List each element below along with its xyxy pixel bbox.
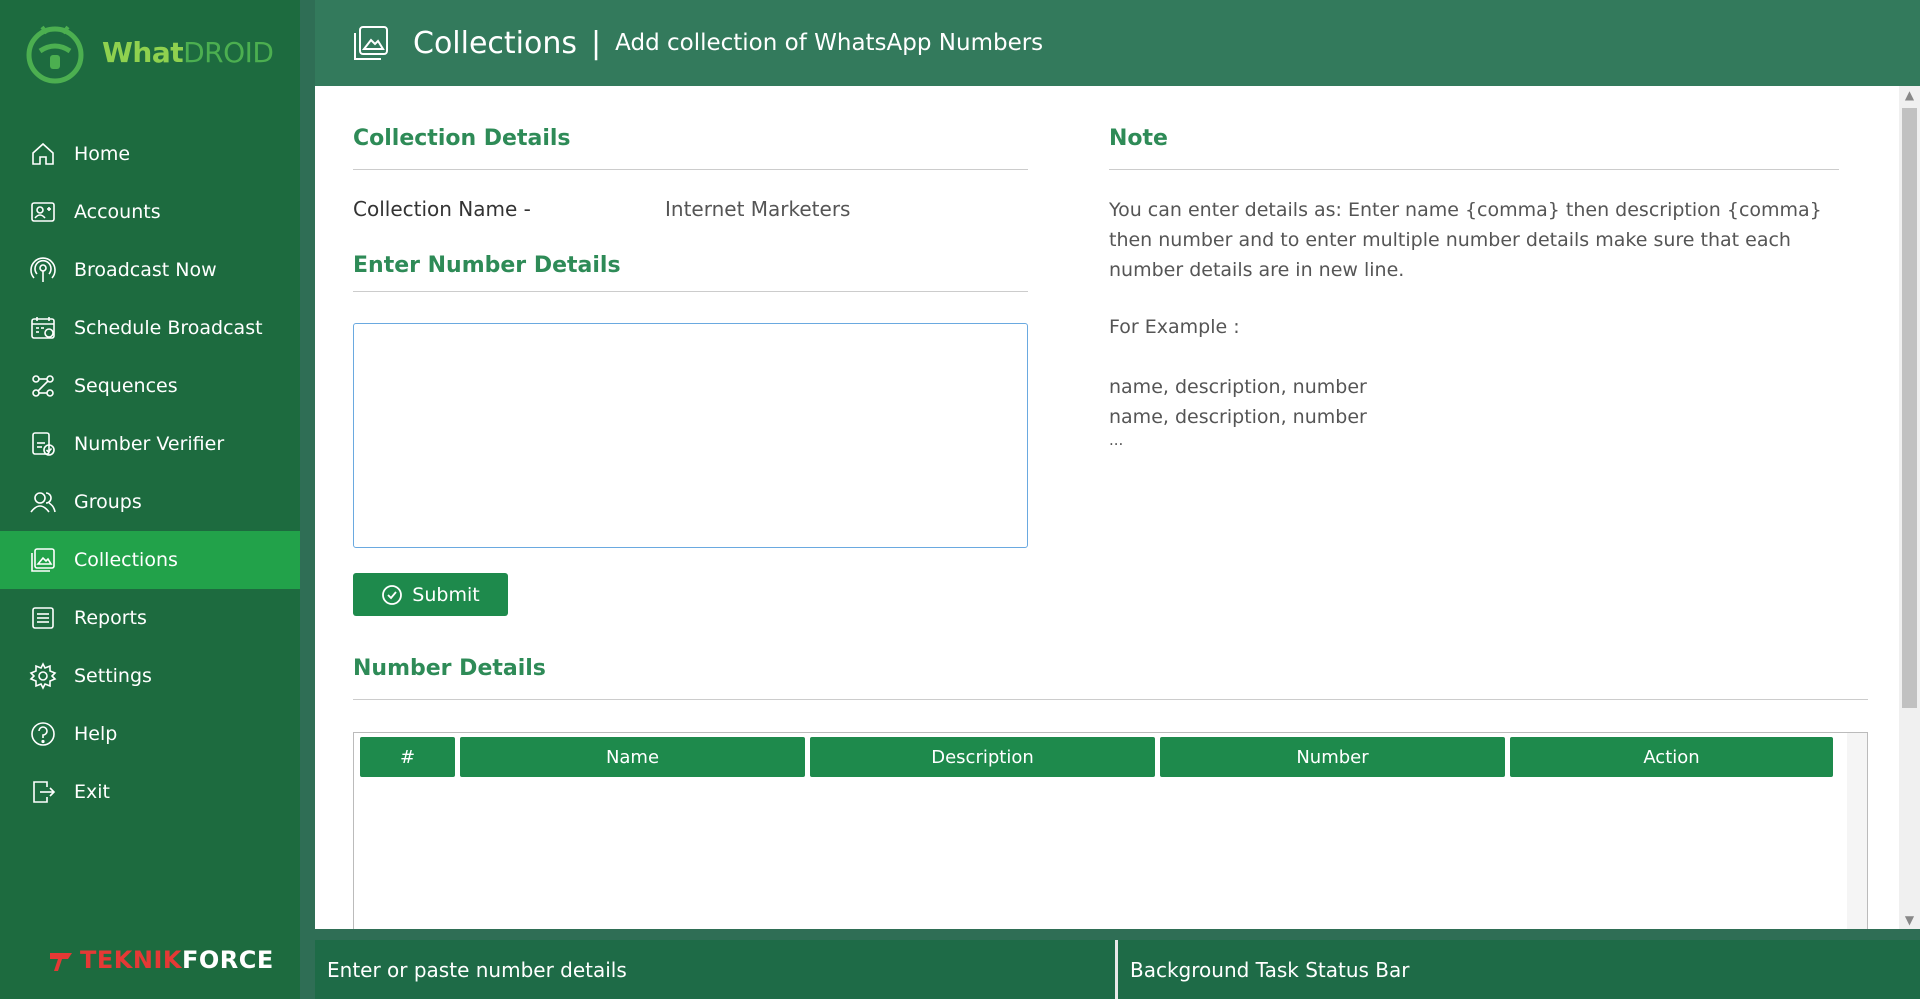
collection-name-label: Collection Name -	[353, 197, 531, 221]
sidebar-item-label: Collections	[74, 549, 178, 571]
column-header-index[interactable]: #	[360, 737, 455, 777]
sidebar-item-accounts[interactable]: Accounts	[0, 183, 300, 241]
sequences-icon	[28, 371, 58, 401]
groups-icon	[28, 487, 58, 517]
sidebar-item-label: Broadcast Now	[74, 259, 217, 281]
page-subtitle: Add collection of WhatsApp Numbers	[615, 30, 1044, 56]
help-icon	[28, 719, 58, 749]
background-task-status: Background Task Status Bar	[1130, 957, 1410, 982]
sidebar-item-label: Home	[74, 143, 131, 165]
number-details-title: Number Details	[353, 656, 546, 681]
sidebar-item-schedule-broadcast[interactable]: Schedule Broadcast	[0, 299, 300, 357]
column-header-action[interactable]: Action	[1510, 737, 1833, 777]
note-text: You can enter details as: Enter name {co…	[1109, 199, 1822, 281]
table-header: # Name Description Number Action	[360, 737, 1838, 777]
collection-name-value: Internet Marketers	[665, 197, 851, 221]
enter-number-details-title: Enter Number Details	[353, 253, 621, 278]
sidebar-item-number-verifier[interactable]: Number Verifier	[0, 415, 300, 473]
column-header-description[interactable]: Description	[810, 737, 1155, 777]
title-separator: |	[591, 25, 602, 61]
number-details-input[interactable]	[353, 323, 1028, 548]
scroll-down-arrow-icon[interactable]: ▼	[1899, 911, 1920, 929]
sidebar-item-label: Exit	[74, 781, 110, 803]
submit-button[interactable]: Submit	[353, 573, 508, 616]
check-circle-icon	[382, 584, 403, 605]
calendar-icon	[28, 313, 58, 343]
scrollbar-thumb[interactable]	[1902, 108, 1917, 708]
note-example-line: name, description, number	[1109, 406, 1367, 428]
divider	[353, 699, 1868, 700]
scroll-up-arrow-icon[interactable]: ▲	[1899, 86, 1920, 104]
sidebar-item-sequences[interactable]: Sequences	[0, 357, 300, 415]
page-scrollbar[interactable]: ▲ ▼	[1899, 86, 1920, 929]
note-example-label: For Example :	[1109, 316, 1240, 338]
sidebar: WhatDROID Home Accounts Broadcast Now Sc…	[0, 0, 300, 999]
teknikforce-brand: TEKNIK FORCE	[48, 946, 274, 974]
note-title: Note	[1109, 126, 1168, 151]
page-title: Collections	[413, 25, 578, 61]
status-message: Enter or paste number details	[315, 940, 1118, 999]
sidebar-item-help[interactable]: Help	[0, 705, 300, 763]
collections-icon	[28, 545, 58, 575]
sidebar-item-label: Settings	[74, 665, 152, 687]
column-header-name[interactable]: Name	[460, 737, 805, 777]
home-icon	[28, 139, 58, 169]
note-example-line: ...	[1109, 431, 1124, 449]
collection-details-title: Collection Details	[353, 126, 571, 151]
sidebar-item-label: Reports	[74, 607, 147, 629]
sidebar-item-label: Groups	[74, 491, 142, 513]
divider	[353, 291, 1028, 292]
sidebar-item-reports[interactable]: Reports	[0, 589, 300, 647]
table-scrollbar[interactable]	[1847, 733, 1867, 929]
sidebar-item-home[interactable]: Home	[0, 125, 300, 183]
app-name: WhatDROID	[102, 35, 274, 69]
divider	[353, 169, 1028, 170]
sidebar-divider	[300, 0, 315, 999]
app-logo: WhatDROID	[22, 12, 292, 92]
exit-icon	[28, 777, 58, 807]
reports-icon	[28, 603, 58, 633]
submit-button-label: Submit	[412, 583, 480, 606]
gear-icon	[28, 661, 58, 691]
whatdroid-logo-icon	[22, 19, 88, 85]
sidebar-item-label: Accounts	[74, 201, 161, 223]
collections-icon	[354, 26, 388, 60]
number-details-table: # Name Description Number Action	[353, 732, 1868, 929]
sidebar-item-collections[interactable]: Collections	[0, 531, 300, 589]
sidebar-nav: Home Accounts Broadcast Now Schedule Bro…	[0, 125, 300, 821]
broadcast-icon	[28, 255, 58, 285]
sidebar-item-groups[interactable]: Groups	[0, 473, 300, 531]
column-header-number[interactable]: Number	[1160, 737, 1505, 777]
page-header: Collections | Add collection of WhatsApp…	[315, 0, 1920, 86]
sidebar-item-label: Schedule Broadcast	[74, 317, 263, 339]
sidebar-item-exit[interactable]: Exit	[0, 763, 300, 821]
sidebar-item-broadcast-now[interactable]: Broadcast Now	[0, 241, 300, 299]
divider	[1109, 169, 1839, 170]
accounts-icon	[28, 197, 58, 227]
teknikforce-logo-icon	[50, 953, 72, 971]
sidebar-item-label: Number Verifier	[74, 433, 225, 455]
sidebar-item-label: Sequences	[74, 375, 178, 397]
number-verifier-icon	[28, 429, 58, 459]
note-example-line: name, description, number	[1109, 376, 1367, 398]
status-bar: Enter or paste number details Background…	[315, 940, 1920, 999]
sidebar-item-settings[interactable]: Settings	[0, 647, 300, 705]
main-content: Collection Details Collection Name - Int…	[315, 86, 1899, 929]
sidebar-item-label: Help	[74, 723, 118, 745]
